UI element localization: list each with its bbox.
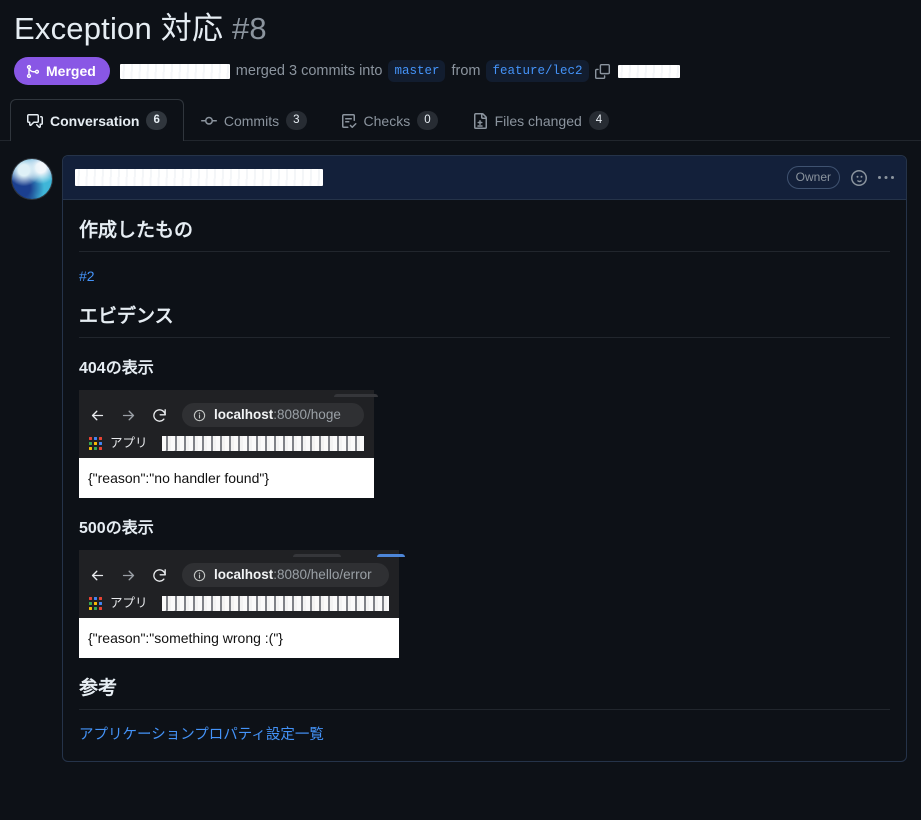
tab-files-changed[interactable]: Files changed 4 — [455, 99, 627, 141]
url-host: localhost — [214, 567, 274, 582]
heading-created: 作成したもの — [79, 218, 890, 252]
forward-arrow-icon[interactable] — [120, 567, 137, 584]
merge-meta: merged 3 commits into master from featur… — [119, 60, 680, 82]
git-commit-icon — [200, 113, 217, 129]
redacted-bookmarks — [161, 436, 364, 451]
browser-toolbar: localhost:8080/hello/error — [79, 557, 399, 592]
response-body-404: {"reason":"no handler found"} — [88, 470, 270, 486]
page-title: Exception 対応 #8 — [0, 0, 921, 48]
apps-grid-icon[interactable] — [89, 597, 102, 610]
reload-icon[interactable] — [151, 567, 168, 584]
500-screenshot[interactable]: localhost:8080/hello/error アプリ {"reason"… — [79, 550, 405, 658]
browser-tabstrip — [79, 390, 378, 397]
comment-header: Owner — [63, 156, 906, 200]
tab-files-changed-count: 4 — [588, 111, 610, 130]
file-diff-icon — [472, 112, 488, 129]
address-bar-text: localhost:8080/hoge — [214, 406, 341, 424]
browser-tabstrip — [79, 550, 405, 557]
tab-conversation[interactable]: Conversation 6 — [10, 99, 184, 141]
tab-conversation-count: 6 — [146, 111, 167, 130]
copy-icon[interactable] — [594, 63, 610, 79]
tab-checks-label: Checks — [363, 112, 411, 129]
browser-viewport: {"reason":"no handler found"} — [79, 458, 374, 498]
tab-files-changed-label: Files changed — [494, 112, 582, 129]
address-bar[interactable]: localhost:8080/hoge — [182, 403, 364, 427]
smiley-icon[interactable] — [851, 169, 867, 186]
bookmarks-bar: アプリ — [79, 592, 399, 618]
tab-checks[interactable]: Checks 0 — [324, 99, 455, 141]
url-path: :8080/hoge — [273, 407, 341, 422]
address-bar[interactable]: localhost:8080/hello/error — [182, 563, 389, 587]
tab-commits-count: 3 — [286, 111, 307, 130]
comment-discussion-icon — [27, 113, 43, 129]
404-screenshot[interactable]: localhost:8080/hoge アプリ {"reason":"no ha… — [79, 390, 378, 498]
status-badge-label: Merged — [46, 63, 96, 79]
bookmarks-bar: アプリ — [79, 432, 374, 458]
base-branch-label[interactable]: master — [388, 60, 446, 82]
browser-chrome: localhost:8080/hello/error アプリ — [79, 557, 399, 618]
kebab-horizontal-icon[interactable] — [878, 170, 894, 186]
checklist-icon — [341, 113, 357, 129]
from-text: from — [451, 63, 481, 79]
browser-tab — [293, 554, 341, 557]
info-circle-icon — [193, 569, 206, 582]
heading-evidence: エビデンス — [79, 304, 890, 338]
browser-viewport: {"reason":"something wrong :("} — [79, 618, 399, 658]
pr-subheader: Merged merged 3 commits into master from… — [0, 48, 921, 85]
issue-link[interactable]: #2 — [79, 266, 95, 286]
git-merge-icon — [25, 64, 40, 79]
apps-grid-icon[interactable] — [89, 437, 102, 450]
redacted-commit-hash — [617, 64, 680, 78]
url-host: localhost — [214, 407, 274, 422]
redacted-bookmarks — [161, 596, 389, 611]
heading-reference: 参考 — [79, 676, 890, 710]
pr-tabs: Conversation 6 Commits 3 Checks 0 Files … — [0, 99, 921, 141]
pr-number: #8 — [231, 11, 267, 46]
comment-header-actions: Owner — [786, 166, 894, 189]
back-arrow-icon[interactable] — [89, 407, 106, 424]
browser-tab-active — [377, 554, 405, 557]
back-arrow-icon[interactable] — [89, 567, 106, 584]
tab-checks-count: 0 — [417, 111, 438, 130]
tab-commits[interactable]: Commits 3 — [184, 99, 324, 141]
redacted-username — [119, 63, 230, 79]
bookmark-label-apps[interactable]: アプリ — [110, 435, 148, 452]
timeline-comment: Owner 作成したもの #2 エビデンス 404の表示 localhost:8… — [0, 141, 921, 762]
info-circle-icon — [193, 409, 206, 422]
tab-commits-label: Commits — [223, 112, 280, 129]
redacted-comment-author — [75, 169, 323, 186]
merged-text: merged 3 commits into — [235, 63, 383, 79]
browser-chrome: localhost:8080/hoge アプリ — [79, 397, 374, 458]
address-bar-text: localhost:8080/hello/error — [214, 566, 372, 584]
url-path: :8080/hello/error — [273, 567, 372, 582]
status-badge: Merged — [14, 57, 110, 85]
author-role-badge: Owner — [786, 166, 840, 189]
response-body-500: {"reason":"something wrong :("} — [88, 630, 283, 646]
comment-body: 作成したもの #2 エビデンス 404の表示 localhost:8080/ho… — [63, 200, 906, 761]
reload-icon[interactable] — [151, 407, 168, 424]
pr-title-text: Exception 対応 — [14, 11, 224, 46]
pull-request-page: Exception 対応 #8 Merged merged 3 commits … — [0, 0, 921, 820]
avatar[interactable] — [12, 159, 52, 199]
heading-404: 404の表示 — [79, 360, 154, 377]
reference-link[interactable]: アプリケーションプロパティ設定一覧 — [79, 725, 324, 745]
browser-toolbar: localhost:8080/hoge — [79, 397, 374, 432]
tab-conversation-label: Conversation — [50, 112, 140, 129]
head-branch-label[interactable]: feature/lec2 — [486, 60, 589, 82]
comment-card: Owner 作成したもの #2 エビデンス 404の表示 localhost:8… — [62, 155, 907, 762]
heading-500: 500の表示 — [79, 520, 154, 537]
bookmark-label-apps[interactable]: アプリ — [110, 595, 148, 612]
browser-tab — [334, 394, 378, 397]
forward-arrow-icon[interactable] — [120, 407, 137, 424]
